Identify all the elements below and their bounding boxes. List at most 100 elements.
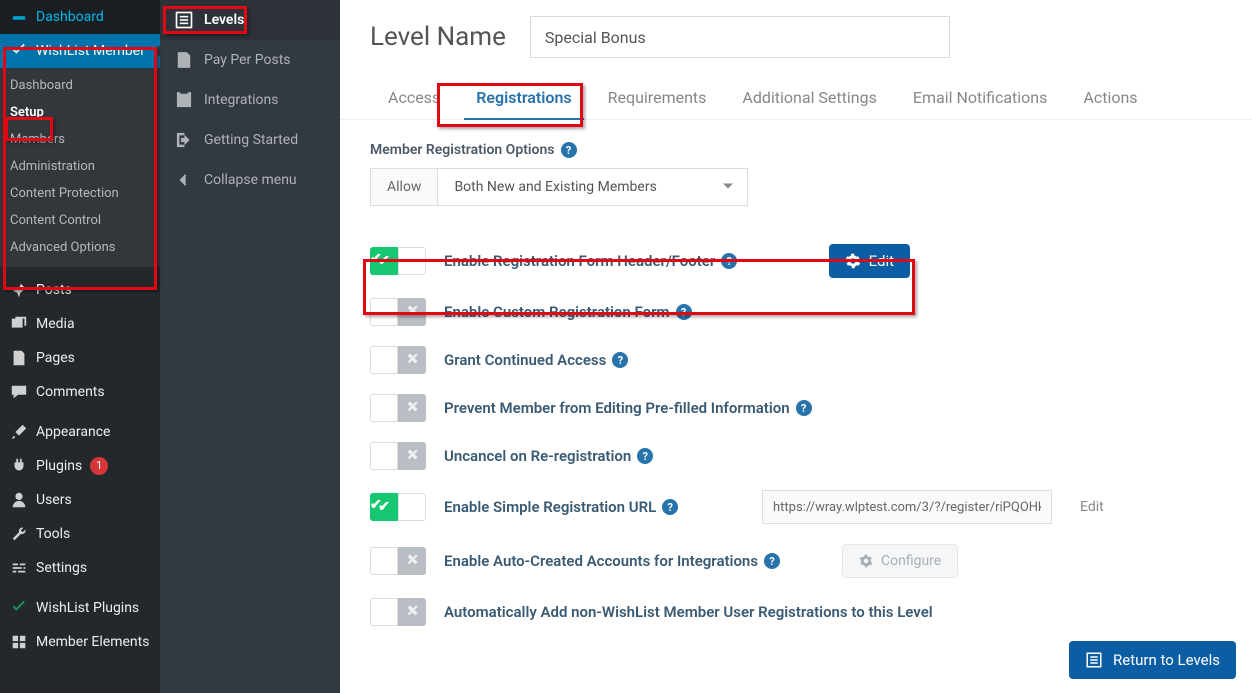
submenu-administration[interactable]: Administration [0,153,160,180]
option-row-auto-add: ✕ Automatically Add non-WishList Member … [370,588,1222,636]
wlm-nav-levels[interactable]: Levels [160,0,340,40]
tab-additional-settings[interactable]: Additional Settings [724,76,894,119]
help-icon[interactable]: ? [662,499,678,515]
toggle-simple-url[interactable]: ✔ [370,493,426,521]
sidebar-item-tools[interactable]: Tools [0,517,160,551]
option-row-continued-access: ✕ Grant Continued Access ? [370,336,910,384]
submenu-content-protection[interactable]: Content Protection [0,180,160,207]
return-button-label: Return to Levels [1113,651,1220,669]
allow-label: Allow [370,168,438,206]
submenu-dashboard[interactable]: Dashboard [0,72,160,99]
registrations-panel: Member Registration Options ? Allow Both… [340,120,1252,666]
wlm-nav-integrations[interactable]: Integrations [160,80,340,120]
list-icon [174,10,194,30]
sidebar-item-settings[interactable]: Settings [0,551,160,585]
submenu-members[interactable]: Members [0,126,160,153]
sidebar-item-wishlist-member[interactable]: WishList Member [0,34,160,68]
edit-simple-url-link[interactable]: Edit [1070,499,1114,515]
help-icon[interactable]: ? [796,400,812,416]
sidebar-item-wishlist-plugins[interactable]: WishList Plugins [0,591,160,625]
option-label: Automatically Add non-WishList Member Us… [444,603,933,621]
dashboard-icon [10,8,28,26]
toggle-header-footer[interactable]: ✔ [370,247,426,275]
configure-button-label: Configure [881,553,941,569]
wlm-nav-label: Levels [204,12,244,28]
chevron-left-icon [174,170,194,190]
sidebar-label: Member Elements [36,634,149,650]
toggle-continued-access[interactable]: ✕ [370,346,426,374]
level-name-input[interactable] [530,16,950,58]
simple-url-input[interactable] [762,490,1052,524]
sidebar-label: Dashboard [36,9,104,25]
pin-icon [10,281,28,299]
help-icon[interactable]: ? [561,142,577,158]
sidebar-label: Tools [36,526,70,542]
sidebar-item-plugins[interactable]: Plugins 1 [0,449,160,483]
submenu-setup[interactable]: Setup [0,99,160,126]
wlm-setup-sidebar: Levels Pay Per Posts Integrations Gettin… [160,0,340,693]
level-tabs: Access Registrations Requirements Additi… [340,76,1252,120]
edit-header-footer-button[interactable]: Edit [829,244,910,278]
sidebar-label: Users [36,492,72,508]
toggle-prevent-edit[interactable]: ✕ [370,394,426,422]
help-icon[interactable]: ? [676,304,692,320]
help-icon[interactable]: ? [764,553,780,569]
toggle-custom-form[interactable]: ✕ [370,298,426,326]
submenu-advanced-options[interactable]: Advanced Options [0,234,160,261]
sliders-icon [10,559,28,577]
sidebar-item-users[interactable]: Users [0,483,160,517]
option-label: Grant Continued Access [444,351,606,369]
edit-button-label: Edit [869,252,894,270]
option-row-custom-form: ✕ Enable Custom Registration Form ? [370,288,910,336]
sidebar-label: WishList Plugins [36,600,139,616]
wlm-nav-pay-per-posts[interactable]: Pay Per Posts [160,40,340,80]
submenu-content-control[interactable]: Content Control [0,207,160,234]
tab-registrations[interactable]: Registrations [458,76,589,119]
toggle-auto-accounts[interactable]: ✕ [370,547,426,575]
tab-access[interactable]: Access [370,76,458,119]
sidebar-item-comments[interactable]: Comments [0,375,160,409]
media-icon [10,315,28,333]
sidebar-item-member-elements[interactable]: Member Elements [0,625,160,659]
sidebar-label: WishList Member [36,43,145,59]
option-row-prevent-edit: ✕ Prevent Member from Editing Pre-filled… [370,384,1222,432]
option-label: Enable Registration Form Header/Footer [444,252,715,270]
sidebar-label: Plugins [36,458,82,474]
chevron-down-icon [723,184,733,194]
sidebar-item-media[interactable]: Media [0,307,160,341]
wlm-nav-collapse[interactable]: Collapse menu [160,160,340,200]
wlm-nav-getting-started[interactable]: Getting Started [160,120,340,160]
tab-actions[interactable]: Actions [1065,76,1155,119]
help-icon[interactable]: ? [612,352,628,368]
plug-icon [10,457,28,475]
allow-dropdown[interactable]: Both New and Existing Members [438,168,748,206]
wlm-submenu: Dashboard Setup Members Administration C… [0,68,160,267]
wlm-nav-label: Integrations [204,92,278,108]
sidebar-label: Media [36,316,75,332]
comments-icon [10,383,28,401]
check-icon [10,599,28,617]
member-registration-options-label: Member Registration Options ? [370,142,1222,158]
option-label: Enable Custom Registration Form [444,303,670,321]
configure-auto-accounts-button: Configure [842,544,958,578]
option-label: Prevent Member from Editing Pre-filled I… [444,399,790,417]
wlm-nav-label: Getting Started [204,132,298,148]
grid-icon [10,633,28,651]
plugins-update-badge: 1 [90,457,108,475]
wrench-icon [10,525,28,543]
sidebar-label: Comments [36,384,105,400]
help-icon[interactable]: ? [721,253,737,269]
sidebar-item-appearance[interactable]: Appearance [0,415,160,449]
sidebar-item-dashboard[interactable]: Dashboard [0,0,160,34]
wlm-nav-label: Collapse menu [204,172,297,188]
sidebar-label: Appearance [36,424,110,440]
return-to-levels-button[interactable]: Return to Levels [1069,641,1236,679]
help-icon[interactable]: ? [637,448,653,464]
option-label: Uncancel on Re-registration [444,447,631,465]
tab-requirements[interactable]: Requirements [590,76,725,119]
tab-email-notifications[interactable]: Email Notifications [895,76,1066,119]
toggle-auto-add[interactable]: ✕ [370,598,426,626]
sidebar-item-pages[interactable]: Pages [0,341,160,375]
toggle-uncancel[interactable]: ✕ [370,442,426,470]
sidebar-item-posts[interactable]: Posts [0,273,160,307]
